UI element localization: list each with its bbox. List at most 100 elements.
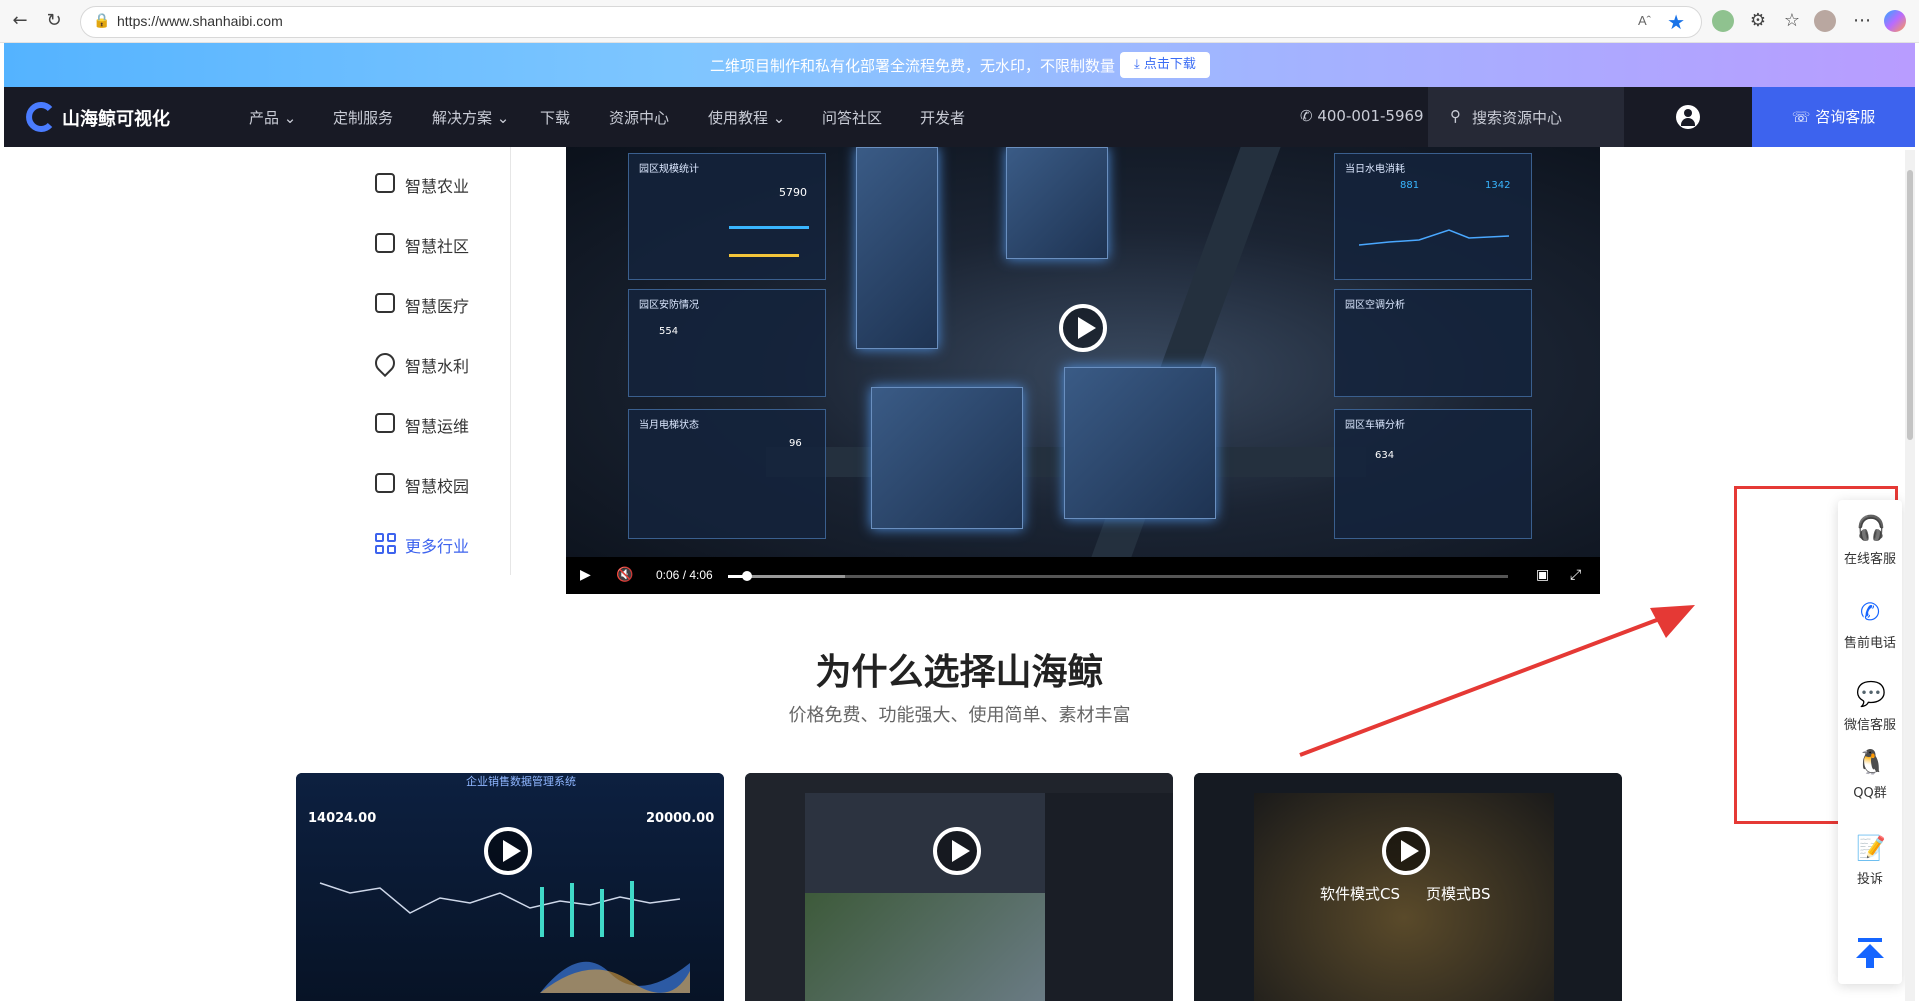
phone-number[interactable]: ✆ 400-001-5969	[1300, 107, 1424, 125]
headset-icon: ☏	[1791, 108, 1816, 126]
float-label: QQ群	[1853, 786, 1887, 801]
consult-button[interactable]: ☏ 咨询客服	[1752, 87, 1915, 147]
parking-value: 634	[1375, 450, 1395, 461]
elevator-panel: 当月电梯状态 96	[628, 409, 826, 539]
back-to-top-button[interactable]	[1838, 920, 1902, 984]
favorites-list-icon[interactable]: ☆	[1780, 9, 1804, 33]
editor-preview	[745, 773, 1173, 1001]
energy-line-chart	[1359, 229, 1509, 246]
thumbnail-play-icon[interactable]	[1382, 827, 1430, 875]
area-value: 5790	[779, 186, 807, 199]
nav-item-community[interactable]: 问答社区	[822, 107, 882, 128]
sidebar-item-label: 智慧水利	[405, 357, 470, 376]
online-service-button[interactable]: 🎧 在线客服	[1838, 500, 1902, 578]
power-value: 881	[1400, 180, 1420, 191]
reload-icon[interactable]: ↻	[42, 9, 66, 33]
bus-icon	[375, 473, 395, 493]
stats-panel: 园区规模统计 5790	[628, 153, 826, 280]
download-button[interactable]: ⤓ 点击下载	[1120, 52, 1210, 78]
search-placeholder: 搜索资源中心	[1472, 109, 1563, 127]
back-arrow-icon[interactable]: ←	[8, 9, 32, 33]
consult-label: 咨询客服	[1815, 108, 1876, 126]
sidebar-item-operations[interactable]: 智慧运维	[375, 409, 505, 439]
brand-logo-icon[interactable]	[24, 101, 56, 133]
user-avatar-icon[interactable]	[1676, 105, 1700, 129]
mute-icon[interactable]: 🔇	[616, 567, 633, 583]
properties-panel	[1045, 793, 1173, 1001]
asset-grid	[805, 793, 1045, 893]
presales-phone-button[interactable]: ✆ 售前电话	[1838, 584, 1902, 662]
thumbnail-play-icon[interactable]	[933, 827, 981, 875]
profile-avatar-icon[interactable]	[1814, 10, 1836, 32]
video-player[interactable]: 园区规模统计 5790 园区安防情况 554 当月电梯状态 96 当日水电消耗 …	[566, 147, 1600, 594]
puzzle-extensions-icon[interactable]: ⚙	[1746, 9, 1770, 33]
sidebar-item-more[interactable]: 更多行业	[375, 529, 505, 559]
mode-preview: 软件模式CS 页模式BS	[1194, 773, 1622, 1001]
extension-icon[interactable]	[1712, 10, 1734, 32]
security-value: 554	[659, 326, 679, 337]
elevator-value: 96	[789, 438, 802, 449]
panel-title: 当月电梯状态	[639, 420, 699, 431]
page-scrollbar[interactable]	[1905, 150, 1915, 1001]
progress-knob[interactable]	[741, 571, 752, 581]
sidebar-item-label: 更多行业	[405, 537, 470, 556]
nav-item-resources[interactable]: 资源中心	[609, 107, 669, 128]
medical-kit-icon	[375, 293, 395, 313]
water-drop-icon	[370, 348, 400, 378]
miniplayer-icon[interactable]: ▣	[1536, 567, 1549, 583]
more-menu-icon[interactable]: ⋯	[1850, 9, 1874, 33]
nav-search[interactable]: ⚲ 搜索资源中心	[1428, 87, 1624, 147]
building	[871, 387, 1023, 529]
favorite-star-icon[interactable]: ★	[1667, 10, 1685, 34]
nav-item-product[interactable]: 产品 ⌄	[249, 107, 296, 128]
nav-item-solutions[interactable]: 解决方案 ⌄	[432, 107, 509, 128]
sidebar-item-medical[interactable]: 智慧医疗	[375, 289, 505, 319]
sidebar-item-campus[interactable]: 智慧校园	[375, 469, 505, 499]
panel-title: 园区规模统计	[639, 164, 699, 175]
promo-banner: 二维项目制作和私有化部署全流程免费，无水印，不限制数量 ⤓ 点击下载	[4, 43, 1915, 87]
thumbnail-play-icon[interactable]	[484, 827, 532, 875]
thumbnail-video[interactable]	[745, 773, 1173, 1001]
wechat-icon: 💬	[1856, 680, 1886, 708]
lock-icon: 🔒	[93, 13, 111, 29]
thumbnail-video[interactable]: 软件模式CS 页模式BS	[1194, 773, 1622, 1001]
nav-item-download[interactable]: 下载	[540, 107, 570, 128]
headset-icon: 🎧	[1856, 514, 1886, 542]
address-bar[interactable]: 🔒 https://www.shanhaibi.com Aˆ ★	[80, 6, 1702, 38]
complaint-button[interactable]: 📝 投诉	[1838, 820, 1902, 898]
sidebar-item-community[interactable]: 智慧社区	[375, 229, 505, 259]
grid-icon	[375, 533, 397, 555]
nav-item-custom-service[interactable]: 定制服务	[333, 107, 393, 128]
brand-name[interactable]: 山海鲸可视化	[62, 105, 170, 131]
float-label: 投诉	[1856, 872, 1883, 887]
stat-bar	[729, 254, 799, 257]
nav-item-tutorials[interactable]: 使用教程 ⌄	[708, 107, 785, 128]
sidebar-item-water[interactable]: 智慧水利	[370, 348, 505, 379]
read-aloud-icon[interactable]: Aˆ	[1638, 13, 1651, 28]
sidebar-item-agriculture[interactable]: 智慧农业	[375, 169, 505, 199]
panel-title: 当日水电消耗	[1345, 164, 1405, 175]
search-icon: ⚲	[1450, 107, 1461, 125]
copilot-icon[interactable]	[1884, 10, 1906, 32]
sidebar-item-label: 智慧校园	[405, 477, 470, 496]
video-progress-bar[interactable]	[728, 571, 1508, 581]
fullscreen-icon[interactable]: ⤢	[1570, 567, 1581, 583]
dashboard-preview: 企业销售数据管理系统 14024.00 20000.00	[296, 773, 724, 1001]
nav-item-developer[interactable]: 开发者	[920, 107, 965, 128]
sprout-icon	[375, 173, 395, 193]
building	[1006, 147, 1108, 259]
qq-group-button[interactable]: 🐧 QQ群	[1838, 734, 1902, 812]
play-icon[interactable]: ▶	[580, 567, 591, 583]
mode-bs-label: 页模式BS	[1426, 885, 1491, 903]
wechat-service-button[interactable]: 💬 微信客服	[1838, 666, 1902, 744]
scrollbar-thumb[interactable]	[1907, 170, 1913, 440]
video-controls: ▶ 🔇 0:06 / 4:06 ▣ ⤢	[566, 557, 1600, 594]
banner-text: 二维项目制作和私有化部署全流程免费，无水印，不限制数量	[710, 57, 1116, 75]
url-text: https://www.shanhaibi.com	[117, 13, 283, 29]
video-play-icon[interactable]	[1059, 304, 1107, 352]
thumbnail-video[interactable]: 企业销售数据管理系统 14024.00 20000.00	[296, 773, 724, 1001]
panel-title: 园区车辆分析	[1345, 420, 1405, 431]
toolbox-icon	[375, 413, 395, 433]
thumbnail-title: 企业销售数据管理系统	[466, 775, 576, 788]
building	[856, 147, 938, 349]
